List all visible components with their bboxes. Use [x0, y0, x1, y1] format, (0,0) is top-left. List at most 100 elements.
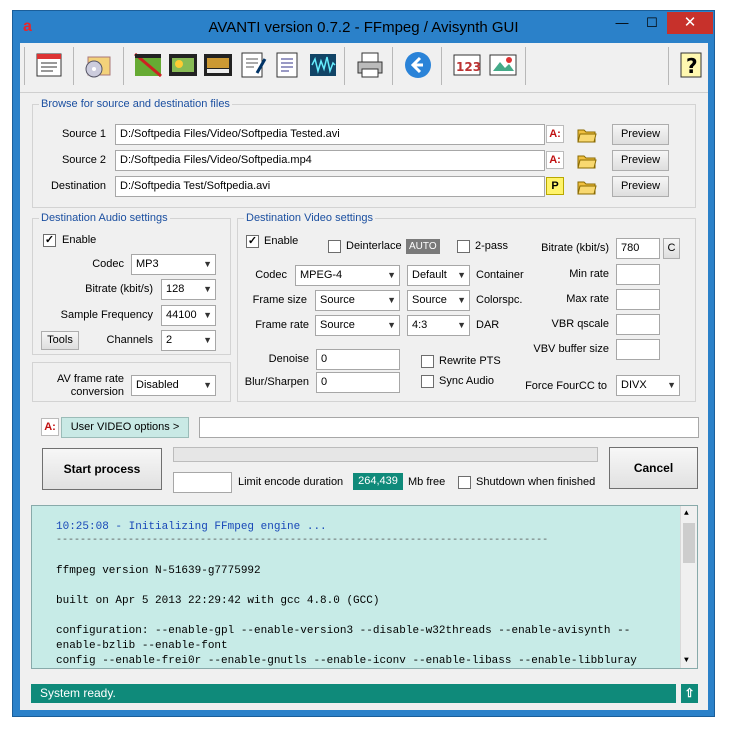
open-folder-icon[interactable]: [577, 179, 597, 195]
cancel-button[interactable]: Cancel: [609, 447, 698, 489]
video-legend: Destination Video settings: [246, 212, 373, 224]
log-output[interactable]: 10:25:08 - Initializing FFmpeg engine ..…: [31, 505, 698, 669]
video-edit-icon[interactable]: [132, 49, 164, 81]
maximize-button[interactable]: ☐: [637, 12, 667, 34]
chevron-down-icon: ▼: [387, 270, 396, 280]
audio-codec-select[interactable]: MP3 ▼: [131, 254, 216, 275]
scroll-down-icon[interactable]: ▼: [684, 656, 689, 665]
colorspace-select[interactable]: Source ▼: [407, 290, 470, 311]
two-pass-label: 2-pass: [475, 240, 509, 252]
chevron-down-icon: ▼: [457, 320, 466, 330]
limit-duration-input[interactable]: [173, 472, 232, 493]
dar-select[interactable]: 4:3 ▼: [407, 315, 470, 336]
avisynth-icon[interactable]: A:: [546, 125, 564, 143]
av-framerate-label-2: conversion: [70, 386, 124, 398]
min-rate-input[interactable]: [616, 264, 660, 285]
frame-rate-label: Frame rate: [255, 319, 309, 331]
audio-bitrate-value: 128: [166, 283, 185, 295]
sync-audio-label: Sync Audio: [439, 375, 495, 387]
scroll-up-icon[interactable]: ▲: [684, 509, 689, 518]
auto-badge[interactable]: AUTO: [406, 239, 440, 254]
fourcc-select[interactable]: DIVX ▼: [616, 375, 680, 396]
image-edit-icon[interactable]: [487, 49, 519, 81]
source1-field[interactable]: D:/Softpedia Files/Video/Softpedia Teste…: [115, 124, 545, 145]
film-strip-icon[interactable]: [167, 49, 199, 81]
vbv-buffer-input[interactable]: [616, 339, 660, 360]
denoise-input[interactable]: 0: [316, 349, 400, 370]
colorspace-value: Source: [412, 294, 447, 306]
blur-sharpen-input[interactable]: 0: [316, 372, 400, 393]
open-folder-icon[interactable]: [577, 127, 597, 143]
rewrite-pts-label: Rewrite PTS: [439, 355, 501, 367]
printer-icon[interactable]: [354, 49, 386, 81]
video-bitrate-input[interactable]: 780: [616, 238, 660, 259]
vbr-qscale-input[interactable]: [616, 314, 660, 335]
start-process-button[interactable]: Start process: [42, 448, 162, 490]
audio-wave-icon[interactable]: [307, 49, 339, 81]
user-options-avisynth-icon[interactable]: A:: [41, 418, 59, 436]
chevron-down-icon: ▼: [203, 284, 212, 294]
close-button[interactable]: ✕: [667, 12, 713, 34]
min-rate-label: Min rate: [569, 268, 609, 280]
svg-text:?: ?: [686, 54, 698, 78]
video-enable-checkbox[interactable]: ✓: [246, 235, 259, 248]
notepad-list-icon[interactable]: [272, 49, 304, 81]
scrollbar-thumb[interactable]: [683, 523, 695, 563]
log-line: 10:25:08 - Initializing FFmpeg engine ..…: [56, 521, 327, 533]
av-framerate-select[interactable]: Disabled ▼: [131, 375, 216, 396]
audio-enable-checkbox[interactable]: ✓: [43, 234, 56, 247]
chevron-down-icon: ▼: [457, 295, 466, 305]
rewrite-pts-checkbox[interactable]: [421, 355, 434, 368]
minimize-button[interactable]: —: [607, 12, 637, 34]
destination-label: Destination: [50, 180, 106, 192]
sync-audio-checkbox[interactable]: [421, 375, 434, 388]
film-subtitle-icon[interactable]: [202, 49, 234, 81]
user-video-options-input[interactable]: [199, 417, 699, 438]
sample-frequency-select[interactable]: 44100 ▼: [161, 305, 216, 326]
deinterlace-checkbox[interactable]: [328, 240, 341, 253]
audio-bitrate-select[interactable]: 128 ▼: [161, 279, 216, 300]
audio-bitrate-label: Bitrate (kbit/s): [85, 283, 153, 295]
preview-button-3[interactable]: Preview: [612, 176, 669, 197]
tools-button[interactable]: Tools: [41, 331, 79, 350]
numbers-icon[interactable]: 123: [451, 49, 483, 81]
cd-folder-icon[interactable]: [82, 49, 114, 81]
c-button[interactable]: C: [663, 238, 680, 259]
open-folder-icon[interactable]: [577, 153, 597, 169]
help-icon[interactable]: ?: [675, 49, 707, 81]
source2-field[interactable]: D:/Softpedia Files/Video/Softpedia.mp4: [115, 150, 545, 171]
audio-enable-label: Enable: [62, 234, 97, 246]
chevron-down-icon: ▼: [203, 335, 212, 345]
container-select[interactable]: Default ▼: [407, 265, 470, 286]
p-icon[interactable]: P: [546, 177, 564, 195]
source1-label: Source 1: [61, 128, 106, 140]
user-video-options-button[interactable]: User VIDEO options >: [61, 417, 189, 438]
shutdown-checkbox[interactable]: [458, 476, 471, 489]
frame-size-value: Source: [320, 294, 355, 306]
chevron-down-icon: ▼: [203, 310, 212, 320]
audio-codec-label: Codec: [92, 258, 124, 270]
avisynth-icon[interactable]: A:: [546, 151, 564, 169]
log-line: built on Apr 5 2013 22:29:42 with gcc 4.…: [56, 595, 380, 607]
colorspace-label: Colorspc.: [476, 294, 523, 306]
preview-button-1[interactable]: Preview: [612, 124, 669, 145]
two-pass-checkbox[interactable]: [457, 240, 470, 253]
preview-button-2[interactable]: Preview: [612, 150, 669, 171]
disk-free-value: 264,439: [353, 473, 403, 490]
log-scrollbar[interactable]: ▲ ▼: [680, 506, 697, 668]
frame-size-select[interactable]: Source ▼: [315, 290, 400, 311]
max-rate-input[interactable]: [616, 289, 660, 310]
channels-value: 2: [166, 334, 173, 346]
calendar-icon[interactable]: [33, 49, 65, 81]
toolbar-separator: [668, 47, 669, 85]
chevron-down-icon: ▼: [457, 270, 466, 280]
destination-field[interactable]: D:/Softpedia Test/Softpedia.avi: [115, 176, 545, 197]
back-arrow-icon[interactable]: [402, 49, 434, 81]
notepad-pen-icon[interactable]: [237, 49, 269, 81]
log-line: enable-bzlib --enable-font: [56, 640, 228, 652]
frame-rate-select[interactable]: Source ▼: [315, 315, 400, 336]
channels-select[interactable]: 2 ▼: [161, 330, 216, 351]
video-codec-select[interactable]: MPEG-4 ▼: [295, 265, 400, 286]
client-area: 123 ? Browse for source and destination …: [20, 43, 708, 710]
up-arrow-icon[interactable]: ⇧: [681, 684, 698, 703]
